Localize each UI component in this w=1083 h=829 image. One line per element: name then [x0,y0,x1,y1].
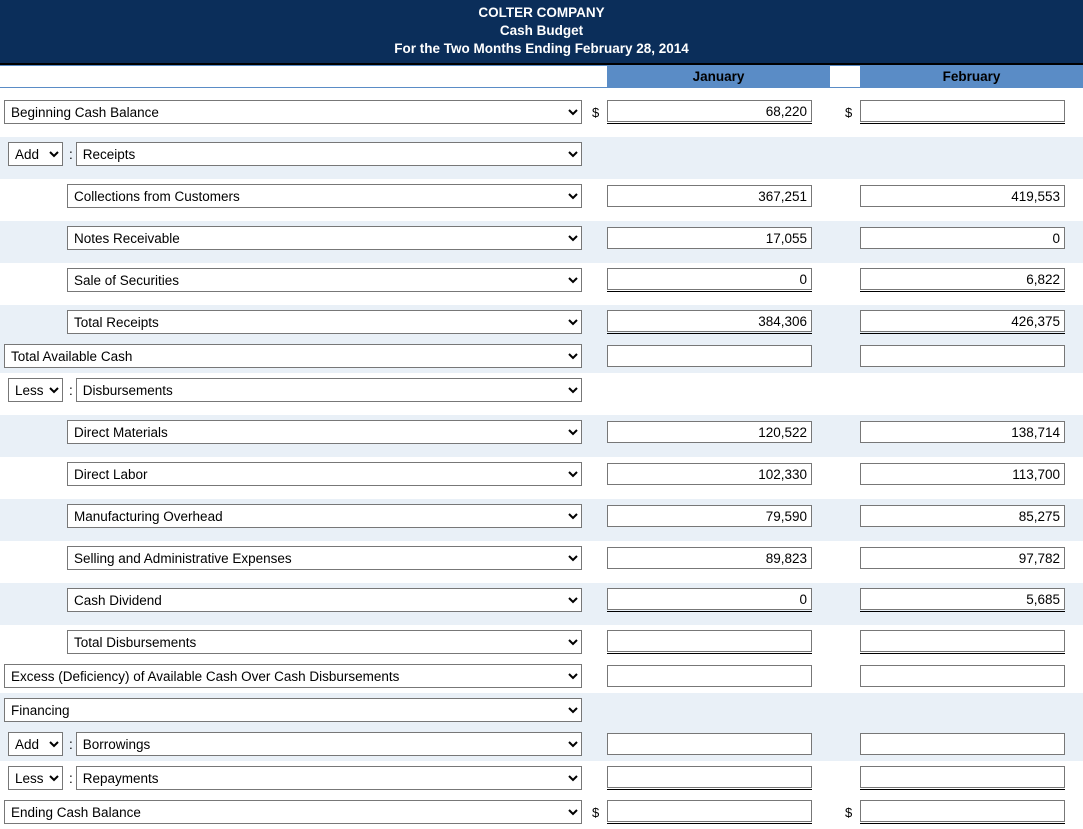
line-select-total-disb[interactable]: Total Disbursements [67,630,582,654]
input-repay-feb[interactable] [860,766,1065,788]
line-select-excess[interactable]: Excess (Deficiency) of Available Cash Ov… [4,664,582,688]
row-collections: Collections from Customers [0,179,1083,213]
input-ending-jan[interactable] [607,800,812,822]
month-jan: January [607,65,830,87]
input-sale-sec-feb[interactable] [860,268,1065,290]
row-dl: Direct Labor [0,457,1083,491]
input-collections-feb[interactable] [860,185,1065,207]
input-sga-feb[interactable] [860,547,1065,569]
input-total-disb-feb[interactable] [860,630,1065,652]
row-sga: Selling and Administrative Expenses [0,541,1083,575]
row-total-receipts: Total Receipts [0,305,1083,339]
line-select-total-receipts[interactable]: Total Receipts [67,310,582,334]
input-ending-feb[interactable] [860,800,1065,822]
op-select-add-receipts[interactable]: Add [8,142,63,166]
row-disbursements-header: Less : Disbursements [0,373,1083,407]
op-select-add-borrow[interactable]: Add [8,732,63,756]
dollar-sign: $ [592,795,607,829]
line-select-financing[interactable]: Financing [4,698,582,722]
line-select-disbursements[interactable]: Disbursements [76,378,582,402]
input-notes-feb[interactable] [860,227,1065,249]
input-dl-feb[interactable] [860,463,1065,485]
row-sale-sec: Sale of Securities [0,263,1083,297]
line-select-borrowings[interactable]: Borrowings [76,732,582,756]
line-select-div[interactable]: Cash Dividend [67,588,582,612]
line-select-moh[interactable]: Manufacturing Overhead [67,504,582,528]
input-notes-jan[interactable] [607,227,812,249]
line-select-notes[interactable]: Notes Receivable [67,226,582,250]
input-total-receipts-jan[interactable] [607,310,812,332]
row-moh: Manufacturing Overhead [0,499,1083,533]
op-select-less-disb[interactable]: Less [8,378,63,402]
input-collections-jan[interactable] [607,185,812,207]
row-ending: Ending Cash Balance $ $ [0,795,1083,829]
input-total-disb-jan[interactable] [607,630,812,652]
input-beginning-jan[interactable] [607,100,812,122]
input-sale-sec-jan[interactable] [607,268,812,290]
report-header: COLTER COMPANY Cash Budget For the Two M… [0,0,1083,65]
input-excess-jan[interactable] [607,665,812,687]
dollar-sign: $ [592,95,607,129]
input-moh-feb[interactable] [860,505,1065,527]
dollar-sign: $ [845,95,860,129]
input-moh-jan[interactable] [607,505,812,527]
line-select-collections[interactable]: Collections from Customers [67,184,582,208]
input-borrow-jan[interactable] [607,733,812,755]
input-total-avail-jan[interactable] [607,345,812,367]
input-div-feb[interactable] [860,588,1065,610]
report-title: Cash Budget [0,22,1083,40]
row-beginning: Beginning Cash Balance $ $ [0,95,1083,129]
line-select-total-avail[interactable]: Total Available Cash [4,344,582,368]
line-select-repayments[interactable]: Repayments [76,766,582,790]
input-dm-feb[interactable] [860,421,1065,443]
line-select-ending[interactable]: Ending Cash Balance [4,800,582,824]
row-total-avail: Total Available Cash [0,339,1083,373]
report-period: For the Two Months Ending February 28, 2… [0,40,1083,62]
input-beginning-feb[interactable] [860,100,1065,122]
row-total-disb: Total Disbursements [0,625,1083,659]
row-dm: Direct Materials [0,415,1083,449]
row-div: Cash Dividend [0,583,1083,617]
input-sga-jan[interactable] [607,547,812,569]
line-select-receipts[interactable]: Receipts [76,142,582,166]
input-repay-jan[interactable] [607,766,812,788]
month-header-row: January February [0,65,1083,87]
input-div-jan[interactable] [607,588,812,610]
input-excess-feb[interactable] [860,665,1065,687]
budget-table: January February Beginning Cash Balance … [0,65,1083,829]
input-dm-jan[interactable] [607,421,812,443]
input-total-avail-feb[interactable] [860,345,1065,367]
row-excess: Excess (Deficiency) of Available Cash Ov… [0,659,1083,693]
input-total-receipts-feb[interactable] [860,310,1065,332]
row-repayments: Less : Repayments [0,761,1083,795]
row-receipts-header: Add : Receipts [0,137,1083,171]
row-notes: Notes Receivable [0,221,1083,255]
input-dl-jan[interactable] [607,463,812,485]
month-feb: February [860,65,1083,87]
dollar-sign: $ [845,795,860,829]
line-select-sga[interactable]: Selling and Administrative Expenses [67,546,582,570]
line-select-beginning[interactable]: Beginning Cash Balance [4,100,582,124]
line-select-dl[interactable]: Direct Labor [67,462,582,486]
line-select-sale-sec[interactable]: Sale of Securities [67,268,582,292]
op-select-less-repay[interactable]: Less [8,766,63,790]
company-name: COLTER COMPANY [0,0,1083,22]
line-select-dm[interactable]: Direct Materials [67,420,582,444]
row-borrowings: Add : Borrowings [0,727,1083,761]
row-financing: Financing [0,693,1083,727]
input-borrow-feb[interactable] [860,733,1065,755]
